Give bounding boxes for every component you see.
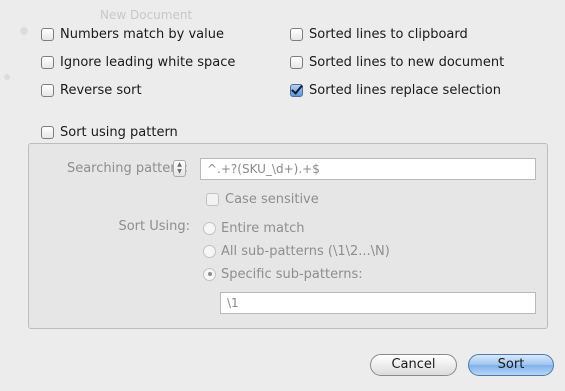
radio-all-subpatterns[interactable]: All sub-patterns (\1\2...\N) <box>203 242 390 260</box>
sorted-to-new-document-label: Sorted lines to new document <box>309 54 505 70</box>
checkbox-box[interactable] <box>41 125 54 139</box>
reverse-sort-checkbox[interactable]: Reverse sort <box>41 80 142 100</box>
radio-entire-match-label: Entire match <box>221 220 305 236</box>
sort-button[interactable]: Sort <box>468 354 554 376</box>
radio-all-subpatterns-label: All sub-patterns (\1\2...\N) <box>221 243 390 259</box>
numbers-match-checkbox[interactable]: Numbers match by value <box>41 24 224 44</box>
reverse-sort-label: Reverse sort <box>60 82 142 98</box>
checkbox-box[interactable] <box>290 55 303 69</box>
numbers-match-label: Numbers match by value <box>60 26 224 42</box>
searching-pattern-label: Searching pattern: <box>66 161 188 176</box>
checkbox-box[interactable] <box>41 55 54 69</box>
radio-specific-subpatterns-label: Specific sub-patterns: <box>221 266 363 282</box>
sorted-to-clipboard-label: Sorted lines to clipboard <box>309 26 468 42</box>
sort-using-pattern-label: Sort using pattern <box>60 124 178 140</box>
cancel-button[interactable]: Cancel <box>370 354 457 376</box>
sort-using-pattern-checkbox[interactable]: Sort using pattern <box>41 122 178 142</box>
radio-entire-match[interactable]: Entire match <box>203 219 304 237</box>
checkbox-box[interactable] <box>290 27 303 41</box>
background-window-dot-icon <box>4 74 10 80</box>
checkbox-box[interactable] <box>206 192 219 206</box>
radio-specific-subpatterns[interactable]: Specific sub-patterns: <box>203 265 363 283</box>
case-sensitive-label: Case sensitive <box>225 191 319 207</box>
radio-button-icon[interactable] <box>203 221 216 235</box>
case-sensitive-checkbox[interactable]: Case sensitive <box>206 189 319 209</box>
background-window-title: New Document <box>100 8 193 22</box>
searching-pattern-input[interactable]: ^.+?(SKU_\d+).+$ <box>200 158 536 180</box>
checkbox-box[interactable] <box>41 83 54 97</box>
radio-button-selected-icon[interactable] <box>203 267 216 281</box>
sorted-replace-selection-label: Sorted lines replace selection <box>309 82 501 98</box>
ignore-leading-whitespace-checkbox[interactable]: Ignore leading white space <box>41 52 235 72</box>
radio-button-icon[interactable] <box>203 244 216 258</box>
sorted-replace-selection-checkbox[interactable]: Sorted lines replace selection <box>290 80 501 100</box>
checkmark-icon[interactable] <box>290 83 303 97</box>
checkbox-box[interactable] <box>41 27 54 41</box>
sorted-to-new-document-checkbox[interactable]: Sorted lines to new document <box>290 52 504 72</box>
sort-using-label: Sort Using: <box>118 219 190 234</box>
sorted-to-clipboard-checkbox[interactable]: Sorted lines to clipboard <box>290 24 468 44</box>
background-window-dot-icon <box>20 27 28 35</box>
pattern-menu-stepper-icon[interactable]: ▲ ▼ <box>173 160 186 177</box>
ignore-leading-whitespace-label: Ignore leading white space <box>60 54 236 70</box>
subpattern-input[interactable]: \1 <box>220 292 536 314</box>
